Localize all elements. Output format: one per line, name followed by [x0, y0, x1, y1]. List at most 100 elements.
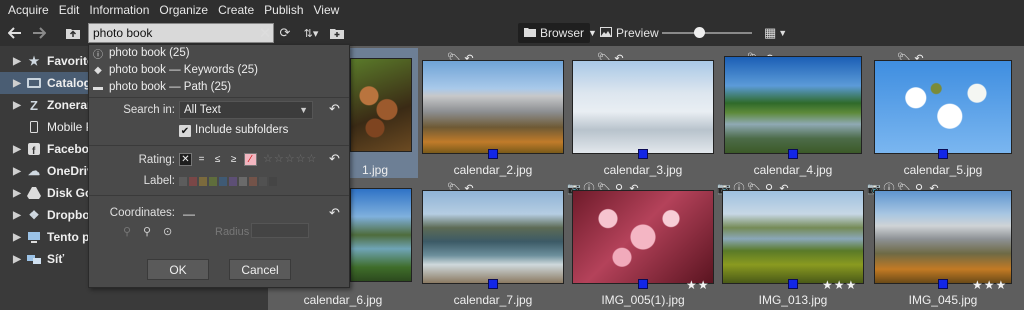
clear-search-icon[interactable]: ✕	[256, 24, 274, 42]
thumbnail-label: IMG_005(1).jpg	[601, 293, 685, 307]
label-swatch[interactable]	[199, 177, 207, 186]
coordinates-label: Coordinates:	[109, 207, 175, 219]
include-subfolders-checkbox[interactable]: ✔	[179, 125, 191, 137]
expand-arrow-icon[interactable]: ▶	[8, 56, 26, 67]
reset-coordinates-icon[interactable]: ↶	[329, 205, 340, 221]
refresh-icon[interactable]: ⟳	[276, 23, 294, 43]
suggestion-label: photo book — Keywords (25)	[109, 64, 258, 76]
label-swatch[interactable]	[229, 177, 237, 186]
expand-arrow-icon[interactable]: ▶	[8, 188, 26, 199]
expand-arrow-icon[interactable]: ▶	[8, 78, 26, 89]
label-swatch[interactable]	[189, 177, 197, 186]
label-swatch[interactable]	[269, 177, 277, 186]
folder-up-icon[interactable]	[64, 23, 82, 43]
rating-stars: ★★★	[822, 278, 858, 292]
rating-stars-selector[interactable]: ☆☆☆☆☆	[263, 152, 317, 165]
search-in-select[interactable]: All Text ▼	[179, 101, 313, 119]
chevron-down-icon: ▼	[299, 105, 308, 115]
thumbnail-item[interactable]: 📷 ⓘ 🏷 ⚲ ↶ ★★★ IMG_045.jpg	[867, 178, 1018, 308]
info-icon: ⓘ	[93, 49, 103, 61]
label-swatch[interactable]	[239, 177, 247, 186]
reset-rating-icon[interactable]: ↶	[329, 151, 340, 167]
rating-equal-button[interactable]: =	[195, 153, 208, 166]
rejected-rating-button[interactable]: ⁄	[244, 153, 257, 166]
forward-icon[interactable]	[28, 23, 50, 43]
color-label-marker	[638, 149, 648, 159]
color-label-marker	[488, 149, 498, 159]
ok-button[interactable]: OK	[147, 259, 209, 280]
thumbnail-label: calendar_5.jpg	[903, 163, 983, 177]
label-swatch[interactable]	[249, 177, 257, 186]
expand-arrow-icon[interactable]: ▶	[8, 166, 26, 177]
mobile-icon	[26, 120, 42, 134]
search-dropdown: ⓘ photo book (25) ◆ photo book — Keyword…	[88, 44, 350, 288]
new-folder-icon[interactable]	[328, 23, 346, 43]
expand-arrow-icon[interactable]: ▶	[8, 100, 26, 111]
label-label: Label:	[143, 175, 175, 187]
thumbnail-item[interactable]: 🏷↶ calendar_4.jpg	[718, 48, 868, 178]
thumbnail-size-slider[interactable]	[662, 32, 752, 34]
dropbox-icon: ❖	[28, 208, 40, 222]
menu-create[interactable]: Create	[214, 3, 260, 17]
no-rating-button[interactable]: ✕	[179, 153, 192, 166]
tag-icon: ◆	[94, 64, 102, 76]
suggestion-item[interactable]: ◆ photo book — Keywords (25)	[93, 62, 258, 78]
sidebar-item-label: OneDriv	[47, 164, 94, 178]
thumbnail-image	[572, 60, 714, 154]
label-swatch[interactable]	[209, 177, 217, 186]
sidebar-item-label: Catalog	[47, 76, 92, 90]
search-in-label: Search in:	[123, 104, 175, 116]
back-icon[interactable]	[4, 23, 26, 43]
computer-icon	[26, 230, 42, 244]
thumbnail-item[interactable]: 🏷 ↶ calendar_7.jpg	[418, 178, 568, 308]
expand-arrow-icon[interactable]: ▶	[8, 232, 26, 243]
expand-arrow-icon[interactable]: ▶	[8, 144, 26, 155]
thumbnail-item[interactable]: 🏷 ↶ calendar_2.jpg	[418, 48, 568, 178]
search-input[interactable]: photo book	[88, 23, 274, 43]
rating-less-equal-button[interactable]: ≤	[211, 153, 224, 166]
sidebar-item-label: Síť	[47, 252, 65, 266]
thumbnail-label: calendar_4.jpg	[753, 163, 833, 177]
menu-information[interactable]: Information	[85, 3, 155, 17]
sort-icon[interactable]: ⇅▾	[298, 23, 324, 43]
pin-icon[interactable]: ⚲	[143, 225, 151, 238]
radius-input[interactable]	[251, 223, 309, 238]
expand-arrow-icon[interactable]: ▶	[8, 254, 26, 265]
color-label-marker	[788, 149, 798, 159]
pin-radius-icon[interactable]: ⊙	[163, 225, 172, 238]
label-swatch[interactable]	[259, 177, 267, 186]
menu-view[interactable]: View	[310, 3, 346, 17]
include-subfolders-label: Include subfolders	[195, 124, 289, 136]
grid-view-icon[interactable]: ▦ ▼	[764, 25, 790, 41]
rating-greater-equal-button[interactable]: ≥	[227, 153, 240, 166]
suggestion-item[interactable]: ⓘ photo book (25)	[93, 45, 190, 61]
reset-search-in-icon[interactable]: ↶	[329, 101, 340, 117]
thumbnail-label: calendar_7.jpg	[453, 293, 533, 307]
expand-arrow-icon[interactable]: ▶	[8, 210, 26, 221]
thumbnail-item[interactable]: 🏷 ↶ calendar_3.jpg	[568, 48, 718, 178]
cloud-icon: ☁	[28, 164, 40, 178]
slider-handle[interactable]	[694, 27, 705, 38]
suggestion-label: photo book — Path (25)	[109, 81, 232, 93]
cancel-button[interactable]: Cancel	[229, 259, 291, 280]
menu-organize[interactable]: Organize	[155, 3, 214, 17]
menu-publish[interactable]: Publish	[260, 3, 309, 17]
thumbnail-label: calendar_2.jpg	[453, 163, 533, 177]
star-icon: ★	[28, 54, 40, 68]
label-swatch[interactable]	[219, 177, 227, 186]
rating-stars: ★★	[686, 278, 710, 292]
drive-icon	[26, 186, 42, 200]
thumbnail-item[interactable]: 📷 ⓘ 🏷 ⚲ ↶ ★★ IMG_005(1).jpg	[567, 178, 718, 308]
thumbnail-item[interactable]: 📷 ⓘ 🏷 ⚲ ↶ ★★★ IMG_013.jpg	[717, 178, 868, 308]
thumbnail-label: calendar_6.jpg	[303, 293, 383, 307]
label-swatch[interactable]	[179, 177, 187, 186]
preview-mode-button[interactable]: Preview	[594, 23, 659, 43]
browser-mode-button[interactable]: Browser ▼	[518, 23, 597, 43]
pin-icon[interactable]: ⚲	[123, 225, 131, 238]
menu-edit[interactable]: Edit	[55, 3, 86, 17]
thumbnail-item[interactable]: 🏷 ↶ calendar_5.jpg	[868, 48, 1018, 178]
menu-acquire[interactable]: Acquire	[4, 3, 55, 17]
suggestion-item[interactable]: ▬ photo book — Path (25)	[93, 79, 231, 95]
rating-stars: ★★★	[972, 278, 1008, 292]
preview-label: Preview	[616, 26, 659, 40]
